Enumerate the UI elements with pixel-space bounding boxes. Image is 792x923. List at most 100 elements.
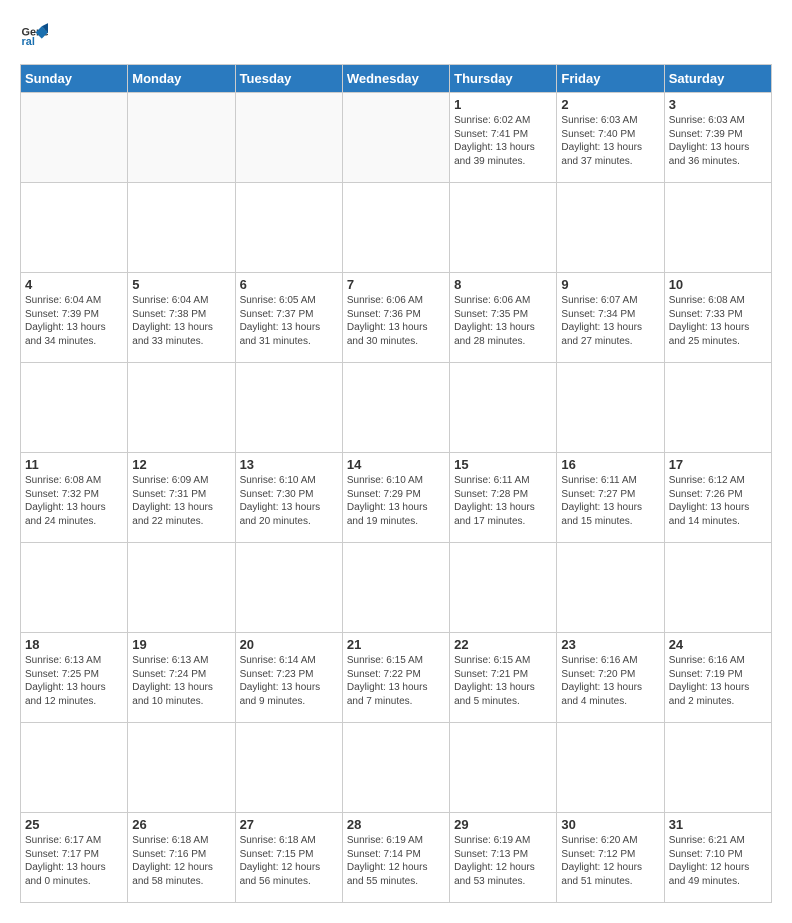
- day-info: Sunrise: 6:02 AM Sunset: 7:41 PM Dayligh…: [454, 114, 552, 168]
- day-number: 26: [132, 817, 230, 832]
- day-number: 6: [240, 277, 338, 292]
- day-info: Sunrise: 6:10 AM Sunset: 7:29 PM Dayligh…: [347, 474, 445, 528]
- day-number: 12: [132, 457, 230, 472]
- day-number: 31: [669, 817, 767, 832]
- day-info: Sunrise: 6:06 AM Sunset: 7:35 PM Dayligh…: [454, 294, 552, 348]
- calendar-day-cell: 13Sunrise: 6:10 AM Sunset: 7:30 PM Dayli…: [235, 453, 342, 543]
- week-separator: [21, 363, 772, 453]
- day-info: Sunrise: 6:17 AM Sunset: 7:17 PM Dayligh…: [25, 834, 123, 888]
- calendar-day-cell: 29 Sunrise: 6:19 AM Sunset: 7:13 PM Dayli…: [450, 813, 557, 903]
- svg-text:ral: ral: [22, 36, 35, 48]
- weekday-header: Wednesday: [342, 65, 449, 93]
- day-number: 10: [669, 277, 767, 292]
- day-number: 14: [347, 457, 445, 472]
- weekday-header: Saturday: [664, 65, 771, 93]
- calendar-week-row: 11 Sunrise: 6:08 AM Sunset: 7:32 PM Dayli…: [21, 453, 772, 543]
- day-number: 3: [669, 97, 767, 112]
- calendar-day-cell: 30 Sunrise: 6:20 AM Sunset: 7:12 PM Dayli…: [557, 813, 664, 903]
- calendar-day-cell: 3 Sunrise: 6:03 AM Sunset: 7:39 PM Daylig…: [664, 93, 771, 183]
- day-info: Sunrise: 6:16 AM Sunset: 7:20 PM Dayligh…: [561, 654, 659, 708]
- day-number: 17: [669, 457, 767, 472]
- day-info: Sunrise: 6:12 AM Sunset: 7:26 PM Dayligh…: [669, 474, 767, 528]
- day-info: Sunrise: 6:09 AM Sunset: 7:31 PM Dayligh…: [132, 474, 230, 528]
- calendar-day-cell: [342, 93, 449, 183]
- day-info: Sunrise: 6:04 AM Sunset: 7:39 PM Dayligh…: [25, 294, 123, 348]
- calendar-table: SundayMondayTuesdayWednesdayThursdayFrid…: [20, 64, 772, 903]
- day-number: 19: [132, 637, 230, 652]
- day-number: 30: [561, 817, 659, 832]
- day-info: Sunrise: 6:08 AM Sunset: 7:33 PM Dayligh…: [669, 294, 767, 348]
- day-info: Sunrise: 6:21 AM Sunset: 7:10 PM Dayligh…: [669, 834, 767, 888]
- day-info: Sunrise: 6:03 AM Sunset: 7:39 PM Dayligh…: [669, 114, 767, 168]
- day-info: Sunrise: 6:19 AM Sunset: 7:14 PM Dayligh…: [347, 834, 445, 888]
- calendar-day-cell: 23Sunrise: 6:16 AM Sunset: 7:20 PM Dayli…: [557, 633, 664, 723]
- day-info: Sunrise: 6:19 AM Sunset: 7:13 PM Dayligh…: [454, 834, 552, 888]
- calendar-day-cell: 8 Sunrise: 6:06 AM Sunset: 7:35 PM Daylig…: [450, 273, 557, 363]
- weekday-header: Monday: [128, 65, 235, 93]
- day-info: Sunrise: 6:08 AM Sunset: 7:32 PM Dayligh…: [25, 474, 123, 528]
- calendar-week-row: 25 Sunrise: 6:17 AM Sunset: 7:17 PM Dayli…: [21, 813, 772, 903]
- calendar-day-cell: 4 Sunrise: 6:04 AM Sunset: 7:39 PM Daylig…: [21, 273, 128, 363]
- calendar-day-cell: 28 Sunrise: 6:19 AM Sunset: 7:14 PM Dayli…: [342, 813, 449, 903]
- week-separator: [21, 183, 772, 273]
- day-number: 25: [25, 817, 123, 832]
- calendar-week-row: 1Sunrise: 6:02 AM Sunset: 7:41 PM Daylig…: [21, 93, 772, 183]
- day-number: 2: [561, 97, 659, 112]
- calendar-day-cell: 7 Sunrise: 6:06 AM Sunset: 7:36 PM Daylig…: [342, 273, 449, 363]
- day-info: Sunrise: 6:07 AM Sunset: 7:34 PM Dayligh…: [561, 294, 659, 348]
- day-number: 8: [454, 277, 552, 292]
- day-info: Sunrise: 6:20 AM Sunset: 7:12 PM Dayligh…: [561, 834, 659, 888]
- calendar-day-cell: 21Sunrise: 6:15 AM Sunset: 7:22 PM Dayli…: [342, 633, 449, 723]
- day-number: 28: [347, 817, 445, 832]
- weekday-header: Thursday: [450, 65, 557, 93]
- day-info: Sunrise: 6:10 AM Sunset: 7:30 PM Dayligh…: [240, 474, 338, 528]
- day-info: Sunrise: 6:16 AM Sunset: 7:19 PM Dayligh…: [669, 654, 767, 708]
- day-info: Sunrise: 6:13 AM Sunset: 7:25 PM Dayligh…: [25, 654, 123, 708]
- calendar-day-cell: [235, 93, 342, 183]
- day-number: 15: [454, 457, 552, 472]
- day-info: Sunrise: 6:06 AM Sunset: 7:36 PM Dayligh…: [347, 294, 445, 348]
- day-number: 27: [240, 817, 338, 832]
- day-number: 5: [132, 277, 230, 292]
- day-number: 22: [454, 637, 552, 652]
- day-number: 18: [25, 637, 123, 652]
- weekday-header: Tuesday: [235, 65, 342, 93]
- logo-icon: Gene ral: [20, 20, 48, 48]
- calendar-day-cell: 24Sunrise: 6:16 AM Sunset: 7:19 PM Dayli…: [664, 633, 771, 723]
- day-number: 29: [454, 817, 552, 832]
- day-number: 9: [561, 277, 659, 292]
- day-number: 21: [347, 637, 445, 652]
- calendar-day-cell: 20 Sunrise: 6:14 AM Sunset: 7:23 PM Dayli…: [235, 633, 342, 723]
- day-number: 7: [347, 277, 445, 292]
- page-header: Gene ral: [20, 20, 772, 48]
- weekday-header: Sunday: [21, 65, 128, 93]
- calendar-day-cell: 5 Sunrise: 6:04 AM Sunset: 7:38 PM Daylig…: [128, 273, 235, 363]
- day-info: Sunrise: 6:11 AM Sunset: 7:27 PM Dayligh…: [561, 474, 659, 528]
- calendar-week-row: 4 Sunrise: 6:04 AM Sunset: 7:39 PM Daylig…: [21, 273, 772, 363]
- day-number: 11: [25, 457, 123, 472]
- calendar-day-cell: 15Sunrise: 6:11 AM Sunset: 7:28 PM Dayli…: [450, 453, 557, 543]
- calendar-header-row: SundayMondayTuesdayWednesdayThursdayFrid…: [21, 65, 772, 93]
- calendar-day-cell: 12 Sunrise: 6:09 AM Sunset: 7:31 PM Dayli…: [128, 453, 235, 543]
- calendar-day-cell: 10 Sunrise: 6:08 AM Sunset: 7:33 PM Dayli…: [664, 273, 771, 363]
- day-info: Sunrise: 6:14 AM Sunset: 7:23 PM Dayligh…: [240, 654, 338, 708]
- day-info: Sunrise: 6:18 AM Sunset: 7:15 PM Dayligh…: [240, 834, 338, 888]
- calendar-day-cell: 2 Sunrise: 6:03 AM Sunset: 7:40 PM Daylig…: [557, 93, 664, 183]
- calendar-day-cell: 25 Sunrise: 6:17 AM Sunset: 7:17 PM Dayli…: [21, 813, 128, 903]
- day-number: 20: [240, 637, 338, 652]
- day-info: Sunrise: 6:04 AM Sunset: 7:38 PM Dayligh…: [132, 294, 230, 348]
- day-info: Sunrise: 6:13 AM Sunset: 7:24 PM Dayligh…: [132, 654, 230, 708]
- day-number: 16: [561, 457, 659, 472]
- calendar-day-cell: 17 Sunrise: 6:12 AM Sunset: 7:26 PM Dayli…: [664, 453, 771, 543]
- day-number: 4: [25, 277, 123, 292]
- calendar-day-cell: 9 Sunrise: 6:07 AM Sunset: 7:34 PM Daylig…: [557, 273, 664, 363]
- calendar-day-cell: 6 Sunrise: 6:05 AM Sunset: 7:37 PM Daylig…: [235, 273, 342, 363]
- calendar-week-row: 18 Sunrise: 6:13 AM Sunset: 7:25 PM Dayli…: [21, 633, 772, 723]
- calendar-day-cell: 16 Sunrise: 6:11 AM Sunset: 7:27 PM Dayli…: [557, 453, 664, 543]
- day-info: Sunrise: 6:05 AM Sunset: 7:37 PM Dayligh…: [240, 294, 338, 348]
- calendar-day-cell: 22Sunrise: 6:15 AM Sunset: 7:21 PM Dayli…: [450, 633, 557, 723]
- calendar-day-cell: 18 Sunrise: 6:13 AM Sunset: 7:25 PM Dayli…: [21, 633, 128, 723]
- day-info: Sunrise: 6:18 AM Sunset: 7:16 PM Dayligh…: [132, 834, 230, 888]
- day-info: Sunrise: 6:03 AM Sunset: 7:40 PM Dayligh…: [561, 114, 659, 168]
- calendar-day-cell: 26 Sunrise: 6:18 AM Sunset: 7:16 PM Dayli…: [128, 813, 235, 903]
